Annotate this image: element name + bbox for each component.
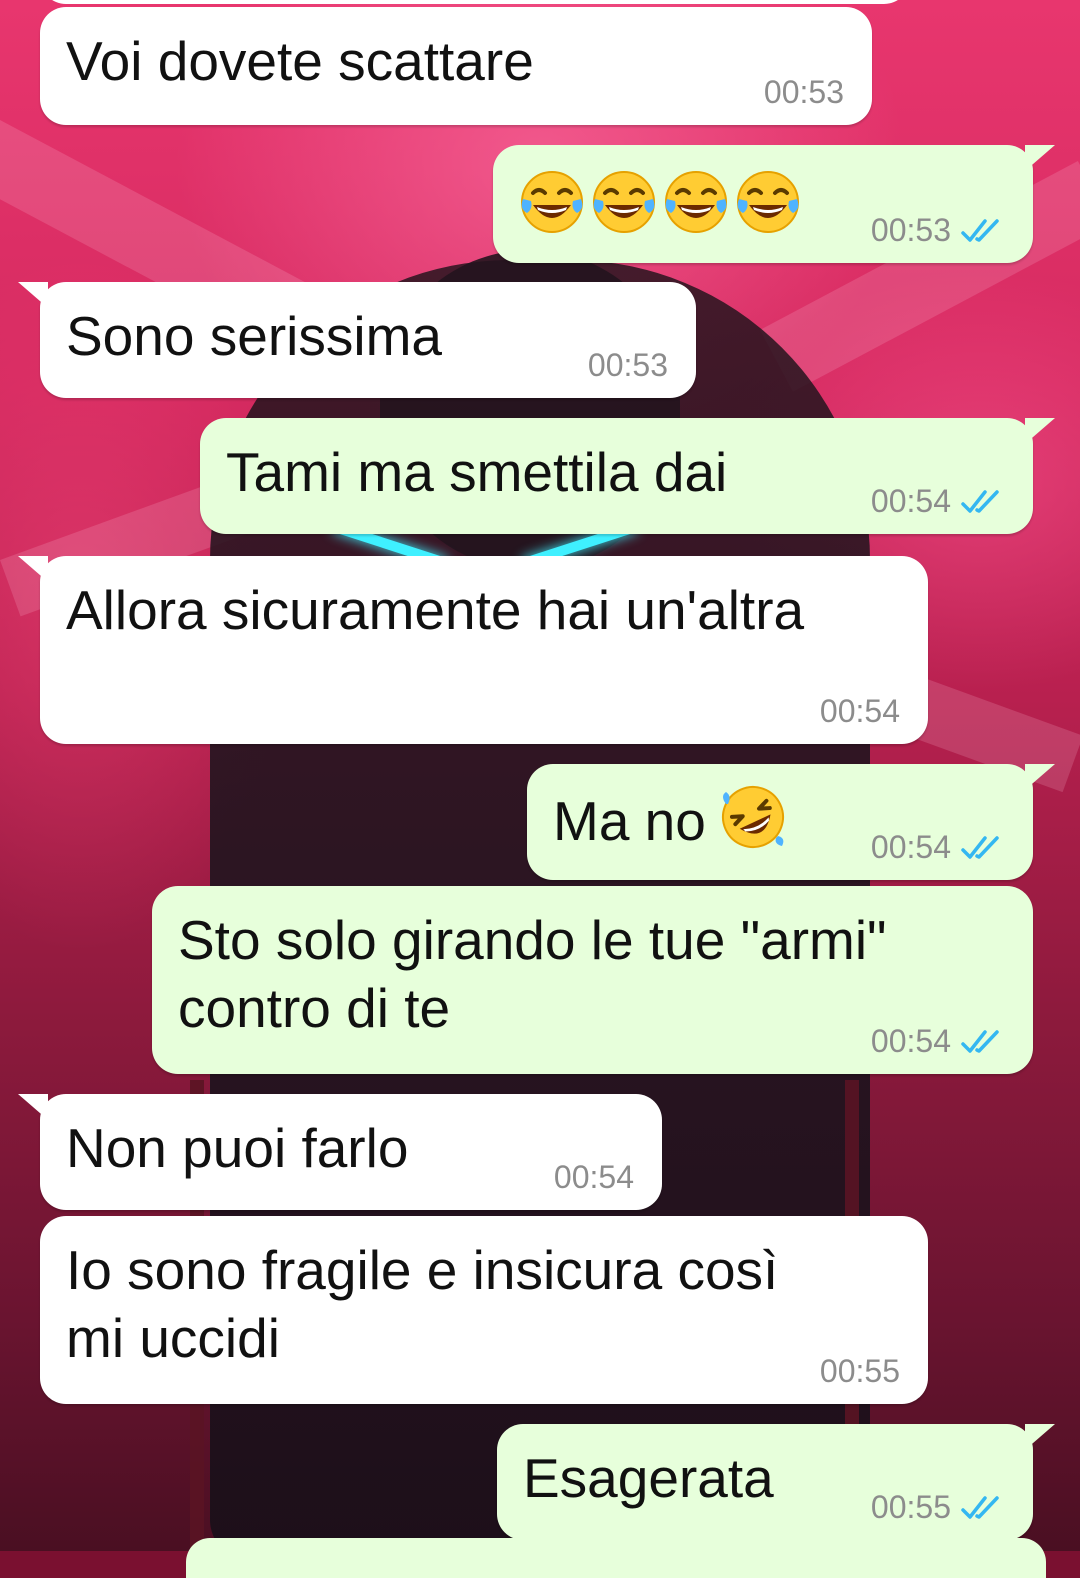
message-text: Io sono fragile e insicura così mi uccid… (66, 1239, 779, 1369)
read-receipt-icon (961, 218, 999, 242)
bubble-tail (1025, 145, 1055, 171)
message-time: 00:53 (587, 347, 668, 383)
message-bubble-incoming[interactable]: Io sono fragile e insicura così mi uccid… (40, 1216, 928, 1404)
message-text: Sto solo girando le tue "armi" contro di… (178, 909, 887, 1039)
message-meta: 00:54 (820, 693, 900, 730)
bubble-tail (1025, 418, 1055, 444)
face-with-tears-of-joy-icon (521, 171, 583, 233)
message-text: Voi dovete scattare (66, 30, 534, 92)
read-receipt-icon (961, 489, 999, 513)
message-time: 00:54 (553, 1159, 634, 1195)
message-time: 00:55 (819, 1353, 900, 1389)
message-bubble-outgoing[interactable]: Tami ma smettila dai 00:54 (200, 418, 1055, 534)
message-meta: 00:53 (871, 212, 1005, 249)
message-bubble-outgoing[interactable]: Ma no 00:54 (527, 764, 1055, 880)
message-bubble-outgoing[interactable]: Esagerata 00:55 (497, 1424, 1055, 1540)
message-text: Sono serissima (66, 305, 442, 367)
message-bubble-incoming[interactable]: Non puoi farlo 00:54 (18, 1094, 662, 1210)
message-text: Ma no (553, 790, 706, 852)
message-time: 00:54 (870, 1023, 951, 1059)
read-receipt-icon (961, 1495, 999, 1519)
message-bubble-incoming[interactable]: Voi dovete scattare 00:53 (40, 7, 872, 125)
message-meta: 00:54 (871, 1023, 1005, 1060)
message-bubble-incoming[interactable]: Sono serissima 00:53 (18, 282, 696, 398)
face-with-tears-of-joy-icon (665, 171, 727, 233)
message-time: 00:55 (870, 1489, 951, 1525)
message-meta: 00:53 (588, 347, 668, 384)
message-text: Non puoi farlo (66, 1117, 409, 1179)
message-bubble-outgoing[interactable]: 00:53 (493, 145, 1055, 263)
bubble-tail (1025, 764, 1055, 790)
message-meta: 00:54 (871, 483, 1005, 520)
rolling-on-floor-laughing-icon (721, 786, 784, 848)
message-time: 00:54 (819, 693, 900, 729)
message-meta: 00:54 (871, 829, 1005, 866)
message-meta: 00:55 (820, 1353, 900, 1390)
read-receipt-icon (961, 835, 999, 859)
bubble-tail (18, 1094, 48, 1120)
message-bubble-partial[interactable] (40, 0, 910, 4)
conversation[interactable]: Voi dovete scattare 00:53 00:53 Sono ser… (0, 0, 1080, 1578)
message-bubble-outgoing[interactable]: Sto solo girando le tue "armi" contro di… (152, 886, 1033, 1074)
read-receipt-icon (961, 1029, 999, 1053)
message-bubble-partial[interactable] (186, 1538, 1046, 1578)
message-text: Allora sicuramente hai un'altra (66, 579, 805, 641)
message-time: 00:53 (870, 212, 951, 248)
message-meta: 00:53 (764, 74, 844, 111)
face-with-tears-of-joy-icon (593, 171, 655, 233)
message-meta: 00:55 (871, 1489, 1005, 1526)
message-time: 00:54 (870, 483, 951, 519)
message-meta: 00:54 (554, 1159, 634, 1196)
bubble-tail (18, 282, 48, 308)
bubble-tail (18, 556, 48, 582)
message-time: 00:53 (763, 74, 844, 110)
face-with-tears-of-joy-icon (737, 171, 799, 233)
bubble-tail (1025, 1424, 1055, 1450)
message-time: 00:54 (870, 829, 951, 865)
message-bubble-incoming[interactable]: Allora sicuramente hai un'altra 00:54 (18, 556, 928, 744)
